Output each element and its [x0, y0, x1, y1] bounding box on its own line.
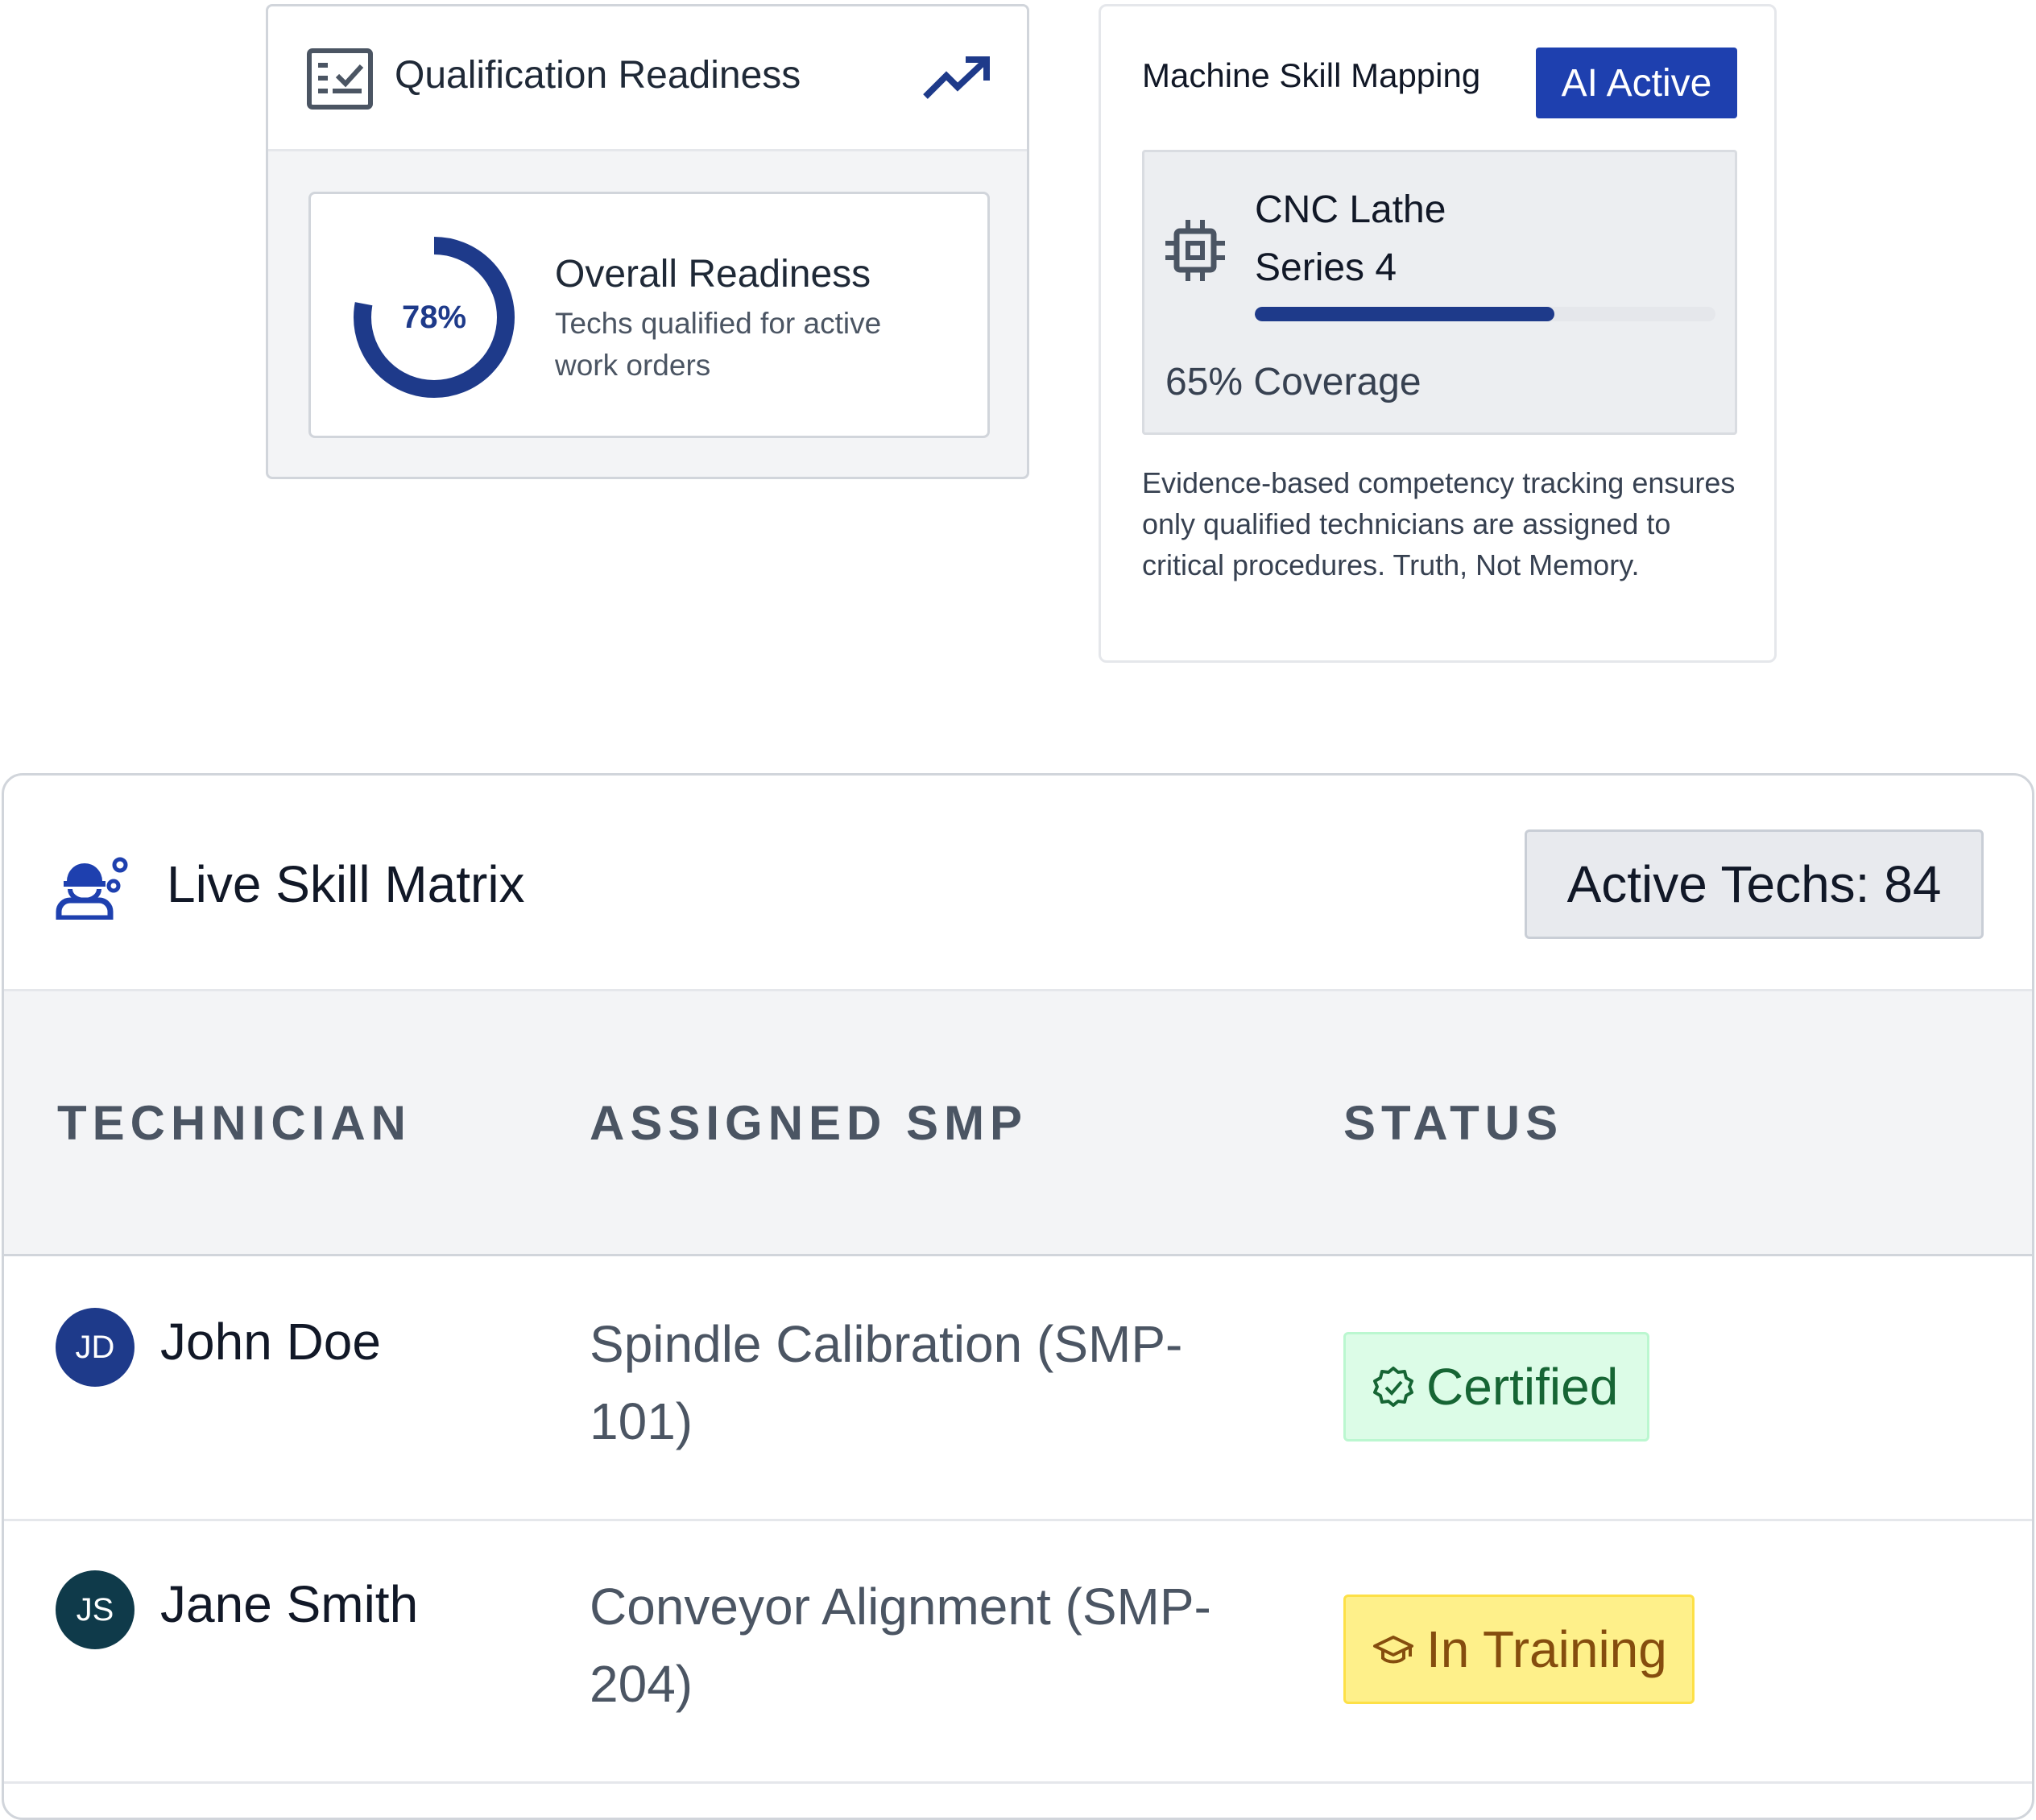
technician-name: John Doe — [160, 1313, 381, 1371]
machine-name: CNC Lathe Series 4 — [1255, 188, 1446, 289]
coverage-label: 65% Coverage — [1165, 361, 1421, 403]
engineer-gears-icon — [56, 857, 128, 920]
live-skill-matrix-header: Live Skill Matrix Active Techs: 84 — [4, 776, 2032, 991]
assigned-smp: Conveyor Alignment (SMP-204) — [590, 1578, 1211, 1713]
live-skill-matrix-title: Live Skill Matrix — [167, 855, 525, 913]
status-label: In Training — [1426, 1620, 1667, 1678]
live-skill-matrix-card: Live Skill Matrix Active Techs: 84 TECHN… — [2, 773, 2034, 1820]
coverage-progress-bar — [1255, 307, 1715, 321]
ai-active-badge: AI Active — [1536, 48, 1737, 118]
coverage-progress-fill — [1255, 307, 1554, 321]
trending-up-icon — [923, 56, 990, 99]
checklist-icon — [307, 48, 373, 110]
column-header-technician: TECHNICIAN — [57, 1095, 412, 1150]
active-techs-count: Active Techs: 84 — [1525, 829, 1984, 939]
chip-icon — [1165, 220, 1225, 281]
qualification-readiness-card: Qualification Readiness 78% Overall Read… — [266, 4, 1029, 479]
avatar: JS — [56, 1570, 134, 1649]
machine-skill-mapping-card: Machine Skill Mapping AI Active CNC Lath… — [1099, 4, 1777, 663]
status-badge: Certified — [1343, 1332, 1649, 1442]
verified-badge-icon — [1373, 1367, 1413, 1407]
qualification-readiness-title: Qualification Readiness — [395, 54, 801, 97]
qualification-readiness-header: Qualification Readiness — [268, 6, 1027, 151]
machine-coverage-panel: CNC Lathe Series 4 65% Coverage — [1142, 150, 1737, 435]
column-header-assigned-smp: ASSIGNED SMP — [590, 1095, 1028, 1150]
overall-readiness-title: Overall Readiness — [555, 253, 871, 296]
table-header: TECHNICIAN ASSIGNED SMP STATUS — [4, 991, 2032, 1256]
readiness-percent: 78% — [401, 299, 467, 335]
graduation-cap-icon — [1373, 1636, 1413, 1664]
table-row[interactable]: JS Jane Smith Conveyor Alignment (SMP-20… — [4, 1521, 2032, 1784]
overall-readiness-description: Techs qualified for active work orders — [555, 307, 882, 382]
technician-name: Jane Smith — [160, 1575, 419, 1633]
table-row[interactable]: JD John Doe Spindle Calibration (SMP-101… — [4, 1259, 2032, 1521]
overall-readiness-panel: 78% Overall Readiness Techs qualified fo… — [308, 192, 990, 438]
status-label: Certified — [1426, 1358, 1619, 1416]
status-badge: In Training — [1343, 1595, 1695, 1704]
assigned-smp: Spindle Calibration (SMP-101) — [590, 1315, 1183, 1450]
avatar: JD — [56, 1308, 134, 1387]
column-header-status: STATUS — [1343, 1095, 1564, 1150]
machine-skill-mapping-title: Machine Skill Mapping — [1142, 56, 1481, 94]
machine-mapping-description: Evidence-based competency tracking ensur… — [1142, 466, 1736, 581]
